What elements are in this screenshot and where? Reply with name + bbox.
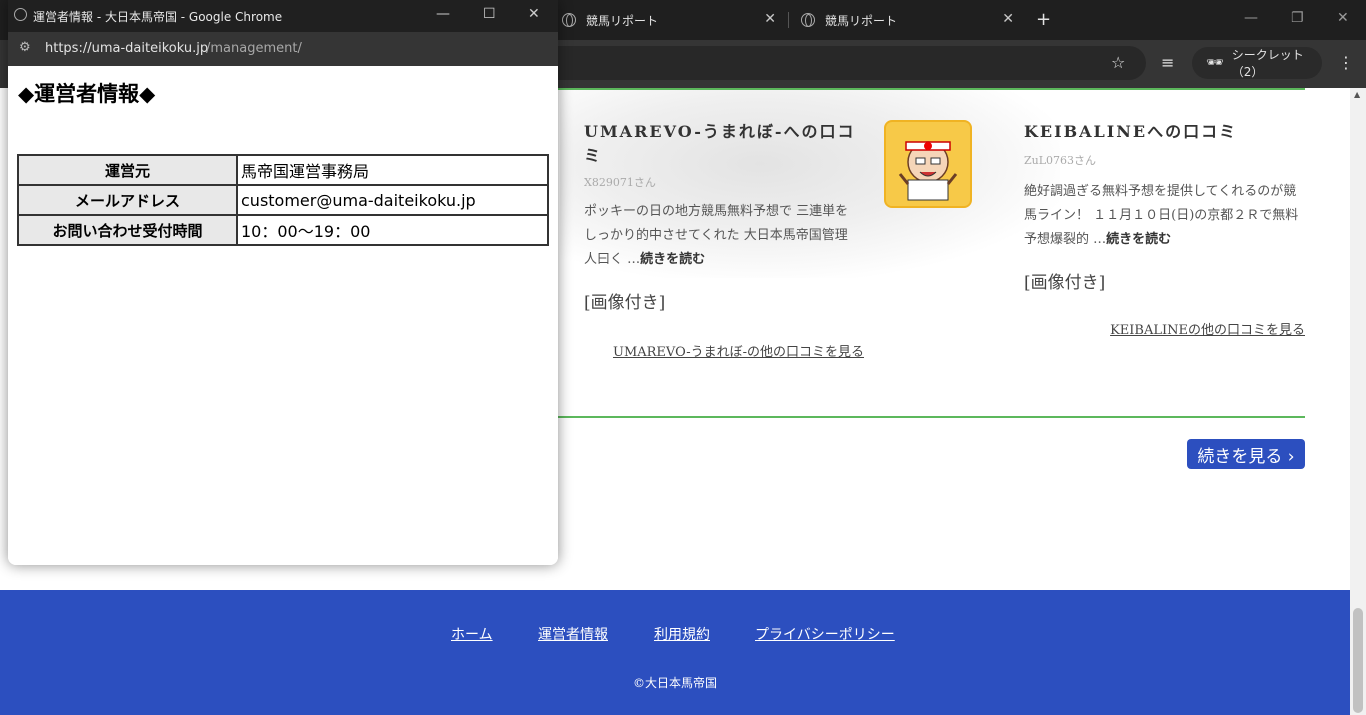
footer-link-terms[interactable]: 利用規約 <box>654 624 710 644</box>
site-footer: ホーム 運営者情報 利用規約 プライバシーポリシー ©大日本馬帝国 <box>0 590 1350 715</box>
review-body: 絶好調過ぎる無料予想を提供してくれるのが競馬ライン！ １１月１０日(日)の京都２… <box>1024 184 1299 247</box>
image-attached-note: [画像付き] <box>1024 273 1106 293</box>
other-reviews-link[interactable]: KEIBALINEの他の口コミを見る <box>1024 321 1305 341</box>
incognito-badge[interactable]: 🕶 シークレット（2） <box>1192 47 1322 79</box>
popup-window-title: 運営者情報 - 大日本馬帝国 - Google Chrome <box>33 10 283 24</box>
globe-icon <box>14 8 27 21</box>
close-tab-icon[interactable]: ✕ <box>764 11 776 27</box>
row-label: メールアドレス <box>17 184 238 216</box>
review-user: X829071さん <box>584 176 656 189</box>
incognito-icon: 🕶 <box>1206 55 1224 71</box>
tab-separator <box>788 12 789 28</box>
row-value: 10：00〜19：00 <box>236 214 549 246</box>
tab-report-1[interactable]: 競馬リポート ✕ <box>562 8 776 32</box>
row-value: 馬帝国運営事務局 <box>236 154 549 186</box>
url-path: /management/ <box>206 41 302 56</box>
scroll-up-icon[interactable]: ▲ <box>1354 90 1360 99</box>
review-card-umarevo: UMAREVO-うまれぼ-への口コミ X829071さん ポッキーの日の地方競馬… <box>584 120 864 363</box>
minimize-icon[interactable]: — <box>1244 10 1258 26</box>
mascot-avatar <box>884 120 972 208</box>
popup-url-bar[interactable]: ⚙ https://uma-daiteikoku.jp /management/ <box>8 32 558 66</box>
incognito-label: シークレット（2） <box>1231 48 1304 79</box>
divider-top <box>558 88 1305 90</box>
review-body: ポッキーの日の地方競馬無料予想で 三連単をしっかり的中させてくれた 大日本馬帝国… <box>584 204 849 267</box>
url-domain: https://uma-daiteikoku.jp <box>45 41 209 56</box>
other-reviews-link[interactable]: UMAREVO-うまれぼ-の他の口コミを見る <box>584 343 864 363</box>
row-label: お問い合わせ受付時間 <box>17 214 238 246</box>
close-window-icon[interactable]: ✕ <box>528 6 540 22</box>
tab-report-2[interactable]: 競馬リポート ✕ <box>801 8 1014 32</box>
popup-titlebar: 運営者情報 - 大日本馬帝国 - Google Chrome — ☐ ✕ <box>8 0 558 32</box>
review-card-keibaline: KEIBALINEへの口コミ ZuL0763さん 絶好調過ぎる無料予想を提供して… <box>1024 120 1306 341</box>
minimize-icon[interactable]: — <box>436 6 450 22</box>
maximize-icon[interactable]: ☐ <box>483 6 496 22</box>
footer-link-operator[interactable]: 運営者情報 <box>538 624 608 644</box>
copyright: ©大日本馬帝国 <box>632 676 717 690</box>
image-attached-note: [画像付き] <box>584 293 666 313</box>
table-row: メールアドレス customer@uma-daiteikoku.jp <box>17 184 549 216</box>
review-title[interactable]: KEIBALINEへの口コミ <box>1024 120 1306 144</box>
review-user: ZuL0763さん <box>1024 154 1097 167</box>
see-more-button[interactable]: 続きを見る › <box>1187 439 1305 469</box>
new-tab-icon[interactable]: + <box>1036 9 1051 30</box>
table-row: 運営元 馬帝国運営事務局 <box>17 154 549 186</box>
globe-icon <box>562 13 576 27</box>
site-info-icon[interactable]: ⚙ <box>19 40 31 55</box>
tab-label: 競馬リポート <box>586 13 659 28</box>
page-title: ◆運営者情報◆ <box>18 82 156 106</box>
operator-info-table: 運営元 馬帝国運営事務局 メールアドレス customer@uma-daitei… <box>17 154 549 246</box>
footer-link-home[interactable]: ホーム <box>451 624 493 644</box>
menu-kebab-icon[interactable]: ⋮ <box>1338 53 1354 72</box>
bookmark-star-icon[interactable]: ☆ <box>1111 53 1125 72</box>
read-more-link[interactable]: 続きを読む <box>1106 232 1171 247</box>
tab-label: 競馬リポート <box>825 13 898 28</box>
scrollbar-thumb[interactable] <box>1353 608 1363 713</box>
address-bar[interactable] <box>546 46 1146 80</box>
close-tab-icon[interactable]: ✕ <box>1002 11 1014 27</box>
restore-icon[interactable]: ❐ <box>1291 10 1304 26</box>
footer-link-privacy[interactable]: プライバシーポリシー <box>755 624 895 644</box>
divider-bottom <box>558 416 1305 418</box>
globe-icon <box>801 13 815 27</box>
operator-info-popup: 運営者情報 - 大日本馬帝国 - Google Chrome — ☐ ✕ ⚙ h… <box>8 0 558 565</box>
read-more-link[interactable]: 続きを読む <box>640 252 705 267</box>
table-row: お問い合わせ受付時間 10：00〜19：00 <box>17 214 549 246</box>
row-value: customer@uma-daiteikoku.jp <box>236 184 549 216</box>
review-title[interactable]: UMAREVO-うまれぼ-への口コミ <box>584 120 864 168</box>
close-window-icon[interactable]: ✕ <box>1337 10 1349 26</box>
row-label: 運営元 <box>17 154 238 186</box>
media-queue-icon[interactable]: ≡ <box>1161 53 1174 72</box>
popup-content: ◆運営者情報◆ 運営元 馬帝国運営事務局 メールアドレス customer@um… <box>8 66 558 565</box>
